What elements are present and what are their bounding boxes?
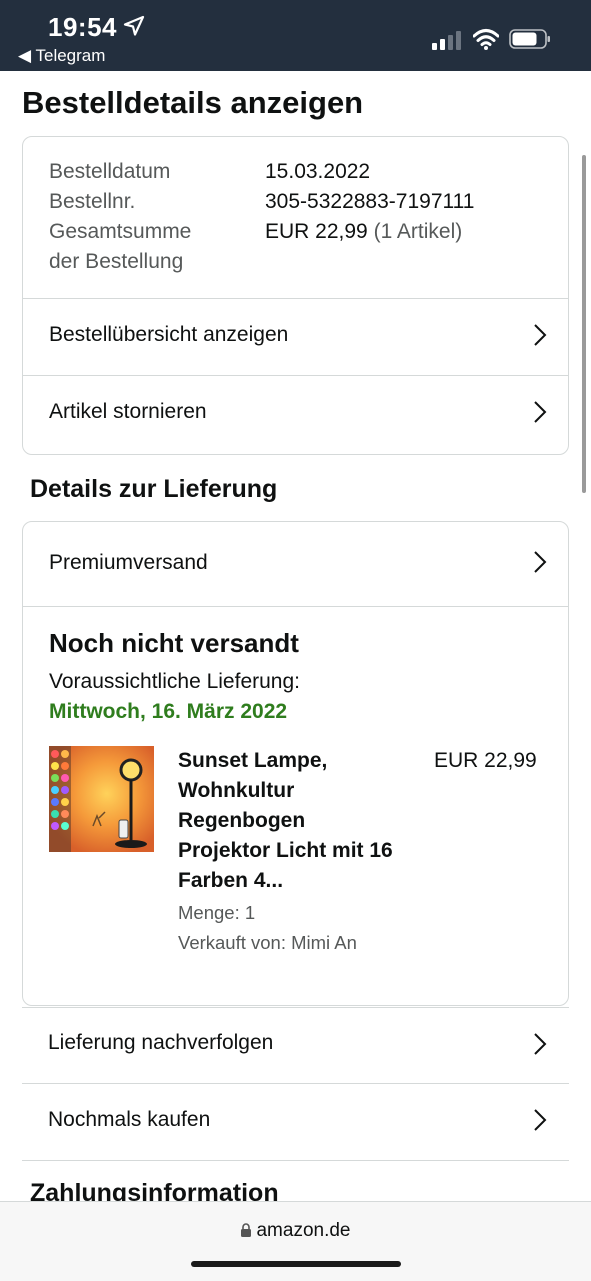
- page-content: Bestelldetails anzeigen Bestelldatum 15.…: [0, 71, 591, 1201]
- order-total-amount: EUR 22,99: [265, 220, 368, 243]
- divider: [22, 1160, 569, 1162]
- chevron-right-icon: [534, 1109, 547, 1131]
- cancel-items-label: Artikel stornieren: [49, 400, 207, 423]
- url-text: amazon.de: [256, 1220, 351, 1241]
- track-delivery-link[interactable]: Lieferung nachverfolgen: [22, 1007, 569, 1084]
- wifi-icon: [473, 29, 499, 50]
- browser-bottom-bar: amazon.de: [0, 1201, 591, 1281]
- product-image[interactable]: [49, 746, 154, 852]
- product-title-line: Sunset Lampe,: [178, 749, 328, 772]
- product-quantity: Menge: 1: [178, 902, 256, 923]
- track-delivery-label: Lieferung nachverfolgen: [48, 1031, 274, 1054]
- signal-icon: [432, 31, 461, 50]
- payment-section-title: Zahlungsinformation: [30, 1179, 279, 1201]
- order-total-value: EUR 22,99 (1 Artikel): [265, 217, 462, 247]
- order-total-items: (1 Artikel): [373, 220, 463, 243]
- order-date-value: 15.03.2022: [265, 160, 371, 183]
- product-seller: Verkauft von: Mimi An: [178, 932, 357, 953]
- order-date-label: Bestelldatum: [49, 160, 171, 183]
- product-title-line: Wohnkultur: [178, 779, 295, 802]
- status-time: 19:54: [48, 12, 117, 42]
- shipment-status: Noch nicht versandt: [49, 628, 299, 658]
- status-bar: 19:54 ◀ Telegram: [0, 0, 591, 71]
- shipping-method-label: Premiumversand: [49, 551, 208, 574]
- product-title-line: Regenbogen: [178, 809, 306, 832]
- chevron-right-icon: [534, 1033, 547, 1055]
- delivery-card: Premiumversand Noch nicht versandt Vorau…: [22, 521, 569, 1006]
- product-title-line: Projektor Licht mit 16: [178, 839, 393, 862]
- chevron-right-icon: [534, 551, 547, 573]
- chevron-right-icon: [534, 401, 547, 423]
- page-title: Bestelldetails anzeigen: [22, 85, 364, 120]
- order-overview-label: Bestellübersicht anzeigen: [49, 323, 289, 346]
- order-total-label: Gesamtsumme: [49, 220, 192, 243]
- order-number-label: Bestellnr.: [49, 190, 136, 213]
- battery-icon: [509, 29, 550, 49]
- order-overview-link[interactable]: Bestellübersicht anzeigen: [23, 298, 568, 376]
- location-arrow-icon: [123, 15, 145, 36]
- scrollbar[interactable]: [582, 155, 586, 493]
- estimated-delivery-date: Mittwoch, 16. März 2022: [49, 700, 288, 723]
- home-indicator[interactable]: [191, 1261, 401, 1267]
- buy-again-link[interactable]: Nochmals kaufen: [22, 1083, 569, 1161]
- product-title-line: Farben 4...: [178, 869, 284, 892]
- url-bar[interactable]: amazon.de: [0, 1220, 591, 1242]
- buy-again-label: Nochmals kaufen: [48, 1108, 211, 1131]
- cancel-items-link[interactable]: Artikel stornieren: [23, 375, 568, 455]
- order-number-value: 305-5322883-7197111: [265, 190, 475, 213]
- estimated-delivery-label: Voraussichtliche Lieferung:: [49, 670, 300, 693]
- order-summary-card: Bestelldatum 15.03.2022 Bestellnr. 305-5…: [22, 136, 569, 455]
- delivery-section-title: Details zur Lieferung: [30, 475, 278, 503]
- chevron-right-icon: [534, 324, 547, 346]
- product-price: EUR 22,99: [434, 749, 537, 772]
- order-total-label-line2: der Bestellung: [49, 250, 184, 273]
- product-title[interactable]: Sunset Lampe, Wohnkultur Regenbogen Proj…: [178, 746, 428, 896]
- shipping-method-link[interactable]: Premiumversand: [23, 522, 568, 607]
- lock-icon: [241, 1223, 252, 1237]
- back-to-telegram-link[interactable]: ◀ Telegram: [18, 46, 105, 66]
